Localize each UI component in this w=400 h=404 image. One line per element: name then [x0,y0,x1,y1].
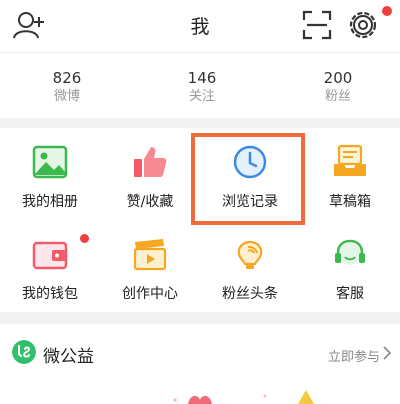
grid-item-label: 草稿箱 [329,194,371,210]
stat-following[interactable]: 146 关注 [162,69,242,105]
stat-label: 粉丝 [324,89,351,104]
page-title: 我 [190,16,210,38]
grid-item-label: 创作中心 [122,286,178,302]
photo-album-icon [32,145,68,179]
grid-item-customer-service[interactable]: 客服 [300,220,400,312]
chevron-right-icon[interactable] [382,346,392,360]
bulb-signal-icon [237,240,263,269]
stat-value: 200 [323,69,353,87]
wallet-notification-badge [80,234,89,243]
profile-stats: 826 微博 146 关注 200 粉丝 [0,52,400,118]
gear-icon[interactable] [346,8,380,42]
stat-label: 微博 [53,89,80,104]
stat-weibo[interactable]: 826 微博 [27,69,107,105]
grid-item-creator-center[interactable]: 创作中心 [100,220,200,312]
welfare-section: 微公益 立即参与 [0,324,400,404]
grid-item-likes-favorites[interactable]: 赞/收藏 [100,128,200,220]
settings-notification-badge [382,6,392,16]
grid-item-label: 赞/收藏 [126,194,174,210]
grid-item-label: 客服 [336,286,364,302]
wallet-icon [32,241,68,270]
welfare-title: 微公益 [43,347,94,367]
highlight-frame [191,133,305,225]
join-now-link[interactable]: 立即参与 [328,346,380,365]
welfare-banner-art [173,390,314,404]
grid-item-label: 我的相册 [22,194,78,210]
stat-label: 关注 [188,89,215,104]
stat-value: 146 [187,69,217,87]
stat-value: 826 [52,69,82,87]
grid-item-label: 我的钱包 [22,286,78,302]
grid-item-label: 粉丝头条 [222,286,278,302]
headset-icon [335,239,365,265]
grid-item-drafts[interactable]: 草稿箱 [300,128,400,220]
grid-item-photo-album[interactable]: 我的相册 [0,128,100,220]
stat-fans[interactable]: 200 粉丝 [298,69,378,105]
scan-icon[interactable] [302,10,332,40]
top-bar: 我 [0,0,400,52]
grid-item-wallet[interactable]: 我的钱包 [0,220,100,312]
grid-item-fan-headlines[interactable]: 粉丝头条 [200,220,300,312]
welfare-logo-icon [12,340,36,364]
clapperboard-icon [133,239,167,271]
thumbs-up-icon [134,147,167,177]
drafts-tray-icon [334,144,366,176]
